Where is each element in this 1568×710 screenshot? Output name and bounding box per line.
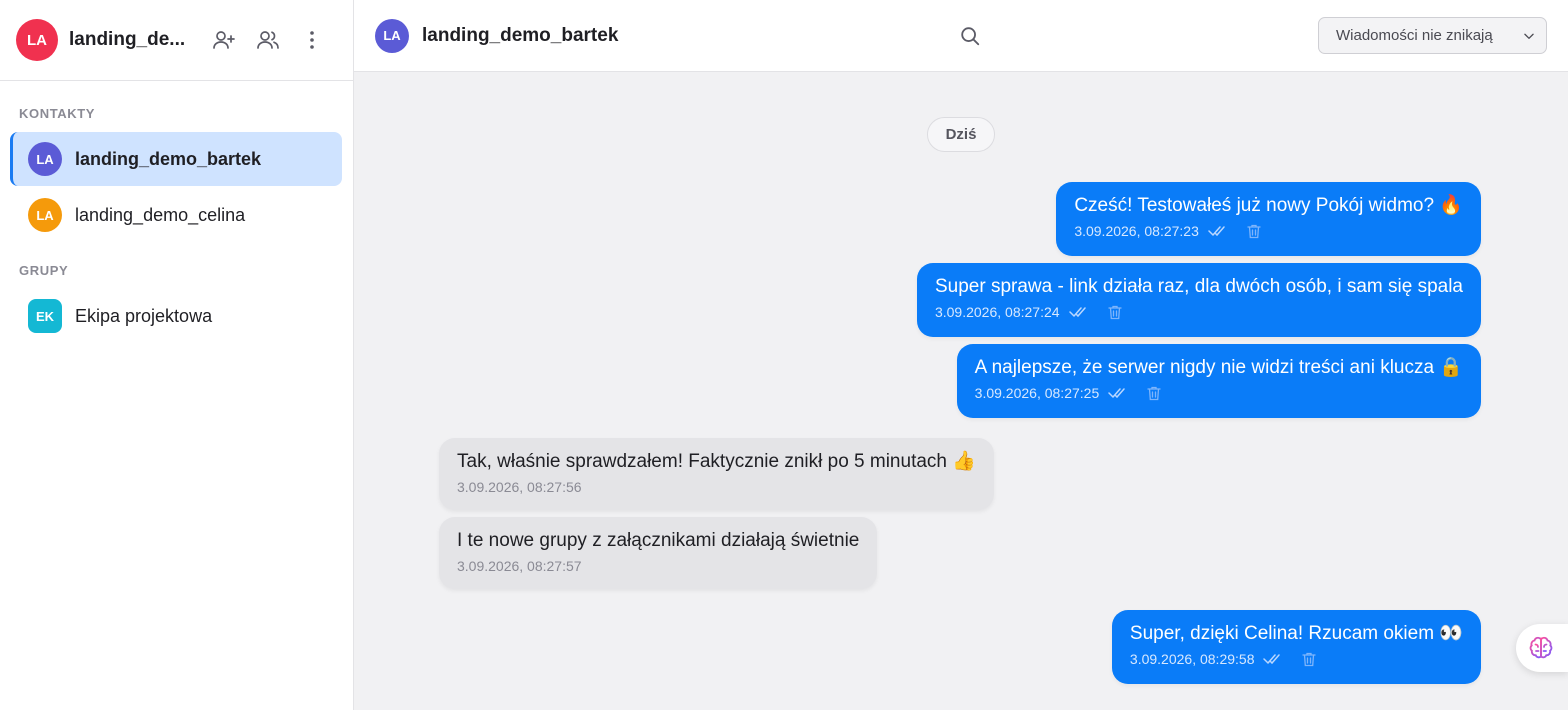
message-bubble-incoming[interactable]: Tak, właśnie sprawdzałem! Faktycznie zni… [439, 438, 994, 510]
message-text: Cześć! Testowałeś już nowy Pokój widmo? … [1074, 195, 1463, 216]
message-meta: 3.09.2026, 08:27:24 [935, 304, 1463, 320]
add-user-icon [213, 31, 235, 49]
search-icon [961, 27, 980, 46]
trash-icon[interactable] [1302, 652, 1317, 667]
message-bubble-outgoing[interactable]: A najlepsze, że serwer nigdy nie widzi t… [956, 344, 1481, 418]
message-timestamp: 3.09.2026, 08:27:57 [457, 558, 582, 574]
more-options-button[interactable] [297, 25, 327, 55]
contact-item-landing-demo-bartek[interactable]: LA landing_demo_bartek [10, 132, 342, 186]
avatar: LA [28, 142, 62, 176]
double-check-icon [1108, 387, 1130, 399]
message-timestamp: 3.09.2026, 08:27:25 [974, 385, 1100, 401]
group-name: Ekipa projektowa [75, 305, 213, 326]
disappearing-messages-value: Wiadomości nie znikają [1336, 27, 1493, 44]
double-check-icon [1208, 225, 1230, 237]
sidebar: LA landing_de... KONTAKTY LA landing_dem… [0, 0, 354, 710]
assistant-button[interactable] [1516, 624, 1568, 672]
chat-header: LA landing_demo_bartek Wiadomości nie zn… [354, 0, 1568, 72]
sidebar-actions [209, 25, 337, 55]
search-button[interactable] [956, 22, 984, 50]
message-meta: 3.09.2026, 08:27:57 [457, 558, 859, 574]
message-bubble-outgoing[interactable]: Super, dzięki Celina! Rzucam okiem 👀 3.0… [1111, 610, 1481, 684]
trash-icon[interactable] [1107, 305, 1122, 320]
message-meta: 3.09.2026, 08:27:56 [457, 479, 976, 495]
date-separator: Dziś [927, 117, 995, 152]
contact-name: landing_demo_bartek [75, 148, 262, 169]
message-text: A najlepsze, że serwer nigdy nie widzi t… [974, 357, 1463, 378]
double-check-icon [1068, 306, 1091, 318]
message-bubble-incoming[interactable]: I te nowe grupy z załącznikami działają … [439, 517, 878, 589]
brain-icon [1529, 636, 1553, 659]
message-text: Tak, właśnie sprawdzałem! Faktycznie zni… [457, 451, 976, 472]
avatar[interactable]: LA [16, 19, 58, 61]
chevron-down-icon [1524, 33, 1534, 39]
message-text: Super, dzięki Celina! Rzucam okiem 👀 [1129, 623, 1463, 644]
message-meta: 3.09.2026, 08:29:58 [1130, 651, 1463, 667]
message-bubble-outgoing[interactable]: Super sprawa - link działa raz, dla dwóc… [916, 263, 1481, 337]
group-item-ekipa-projektowa[interactable]: EK Ekipa projektowa [10, 289, 342, 343]
message-meta: 3.09.2026, 08:27:25 [975, 385, 1463, 401]
trash-icon[interactable] [1147, 386, 1161, 401]
message-timestamp: 3.09.2026, 08:27:24 [934, 304, 1060, 320]
message-timestamp: 3.09.2026, 08:27:23 [1074, 223, 1199, 239]
message-text: Super sprawa - link działa raz, dla dwóc… [934, 276, 1463, 297]
contact-item-landing-demo-celina[interactable]: LA landing_demo_celina [10, 188, 342, 242]
groups-section-label: GRUPY [19, 263, 69, 278]
new-group-button[interactable] [253, 25, 283, 55]
avatar: LA [28, 198, 62, 232]
message-text: I te nowe grupy z załącznikami działają … [457, 530, 860, 551]
contact-name: landing_demo_celina [75, 204, 246, 225]
double-check-icon [1263, 653, 1285, 665]
avatar[interactable]: LA [375, 18, 409, 53]
more-vertical-icon [310, 31, 314, 49]
contacts-section-label: KONTAKTY [19, 106, 96, 121]
users-icon [257, 31, 279, 49]
sidebar-header: LA landing_de... [0, 0, 353, 81]
message-bubble-outgoing[interactable]: Cześć! Testowałeś już nowy Pokój widmo? … [1056, 182, 1481, 256]
message-timestamp: 3.09.2026, 08:27:56 [457, 479, 582, 495]
current-user-name: landing_de... [69, 29, 186, 50]
add-contact-button[interactable] [209, 25, 239, 55]
avatar: EK [28, 299, 62, 333]
trash-icon[interactable] [1247, 224, 1261, 239]
chat-title: landing_demo_bartek [422, 24, 619, 46]
message-meta: 3.09.2026, 08:27:23 [1074, 223, 1463, 239]
message-timestamp: 3.09.2026, 08:29:58 [1129, 651, 1255, 667]
disappearing-messages-select[interactable]: Wiadomości nie znikają [1318, 17, 1547, 54]
